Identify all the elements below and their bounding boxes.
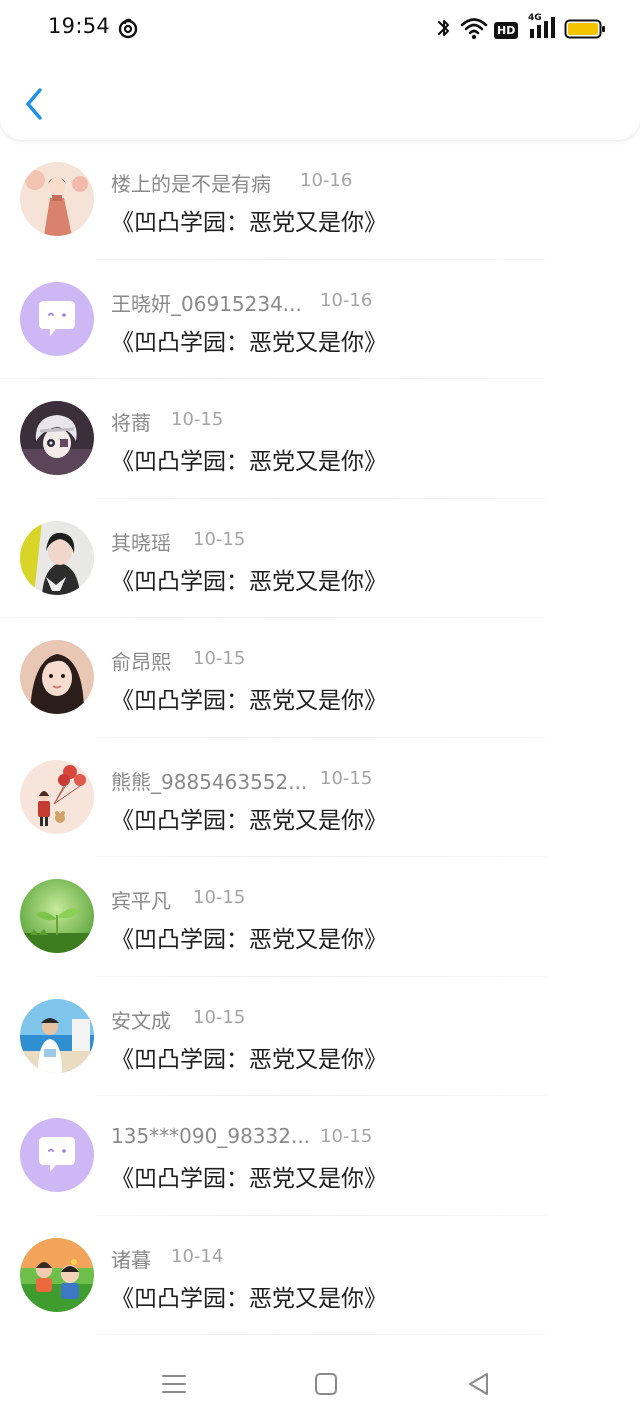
list-item[interactable]: 将蔏 10-15 《凹凸学园：恶党又是你》	[0, 379, 640, 499]
sender-name: 将蔏	[111, 411, 151, 435]
status-bar: 19:54 HD 4G	[0, 0, 640, 58]
sender-name: 其晓瑶	[111, 530, 171, 555]
message-text: 《凹凸学园：恶党又是你》	[111, 1285, 387, 1312]
list-item[interactable]: 安文成 10-15 《凹凸学园：恶党又是你》	[0, 977, 640, 1096]
message-text: 《凹凸学园：恶党又是你》	[111, 688, 387, 714]
back-button[interactable]	[18, 84, 52, 124]
message-text: 《凹凸学园：恶党又是你》	[111, 1166, 387, 1192]
divider	[96, 1334, 546, 1335]
default-chat-avatar[interactable]	[20, 1118, 94, 1192]
message-date: 10-15	[193, 528, 246, 550]
message-date: 10-15	[171, 409, 224, 430]
message-text: 《凹凸学园：恶党又是你》	[111, 1046, 387, 1073]
message-date: 10-14	[171, 1245, 224, 1267]
list-item[interactable]: 楼上的是不是有病 10-16 《凹凸学园：恶党又是你》	[0, 140, 640, 260]
status-icons: HD 4G	[436, 13, 606, 44]
home-square-icon[interactable]	[312, 1370, 340, 1402]
message-text: 《凹凸学园：恶党又是你》	[111, 927, 387, 953]
system-nav-bar	[0, 1352, 640, 1422]
message-date: 10-15	[193, 1006, 246, 1028]
message-text: 《凹凸学园：恶党又是你》	[111, 568, 387, 595]
balloon-girl-avatar[interactable]	[20, 759, 94, 834]
list-item[interactable]: 诸暮 10-14 《凹凸学园：恶党又是你》	[0, 1216, 640, 1335]
message-text: 《凹凸学园：恶党又是你》	[111, 807, 387, 834]
girl-photo-avatar[interactable]	[20, 520, 94, 595]
status-time: 19:54	[48, 14, 111, 38]
green-sprout-avatar[interactable]	[20, 879, 94, 953]
menu-icon[interactable]	[160, 1370, 188, 1402]
wifi-icon	[460, 15, 488, 45]
anime-girl-avatar[interactable]	[20, 162, 94, 236]
message-date: 10-16	[300, 170, 353, 191]
message-text: 《凹凸学园：恶党又是你》	[111, 210, 387, 236]
default-chat-avatar[interactable]	[20, 281, 94, 356]
sender-name: 俞昂熙	[111, 650, 171, 674]
sender-name: 安文成	[111, 1008, 171, 1033]
sender-name: 王晓妍_06915234...	[111, 291, 302, 316]
netease-music-icon	[117, 17, 139, 39]
message-date: 10-15	[320, 767, 373, 789]
message-date: 10-15	[193, 648, 246, 669]
white-hair-anime-avatar[interactable]	[20, 401, 94, 475]
girl-portrait-avatar[interactable]	[20, 640, 94, 714]
message-text: 《凹凸学园：恶党又是你》	[111, 329, 387, 356]
list-item[interactable]: 135***090_98332... 10-15 《凹凸学园：恶党又是你》	[0, 1096, 640, 1216]
sender-name: 135***090_98332...	[111, 1124, 311, 1148]
hd-icon: HD	[494, 19, 519, 39]
list-item[interactable]: 宾平凡 10-15 《凹凸学园：恶党又是你》	[0, 857, 640, 977]
message-date: 10-15	[320, 1126, 373, 1147]
list-item[interactable]: 熊熊_9885463552... 10-15 《凹凸学园：恶党又是你》	[0, 738, 640, 857]
list-item[interactable]: 俞昂熙 10-15 《凹凸学园：恶党又是你》	[0, 618, 640, 738]
sender-name: 熊熊_9885463552...	[111, 769, 308, 794]
chevron-left-icon	[26, 88, 42, 120]
hd-label: HD	[494, 22, 519, 39]
header: 19:54 HD 4G	[0, 0, 640, 140]
beach-person-avatar[interactable]	[20, 998, 94, 1073]
message-date: 10-15	[193, 887, 246, 908]
back-triangle-icon[interactable]	[465, 1370, 493, 1402]
list-item[interactable]: 其晓瑶 10-15 《凹凸学园：恶党又是你》	[0, 499, 640, 618]
list-item[interactable]: 王晓妍_06915234... 10-16 《凹凸学园：恶党又是你》	[0, 260, 640, 379]
message-date: 10-16	[320, 289, 373, 311]
child-photo-avatar[interactable]	[20, 1237, 94, 1312]
battery-icon	[564, 18, 606, 44]
sender-name: 诸暮	[111, 1247, 151, 1272]
message-text: 《凹凸学园：恶党又是你》	[111, 449, 387, 475]
bluetooth-icon	[436, 15, 452, 45]
sender-name: 宾平凡	[111, 889, 171, 913]
sender-name: 楼上的是不是有病	[111, 172, 271, 196]
message-list: 楼上的是不是有病 10-16 《凹凸学园：恶党又是你》 王晓妍_06915234…	[0, 140, 640, 1335]
